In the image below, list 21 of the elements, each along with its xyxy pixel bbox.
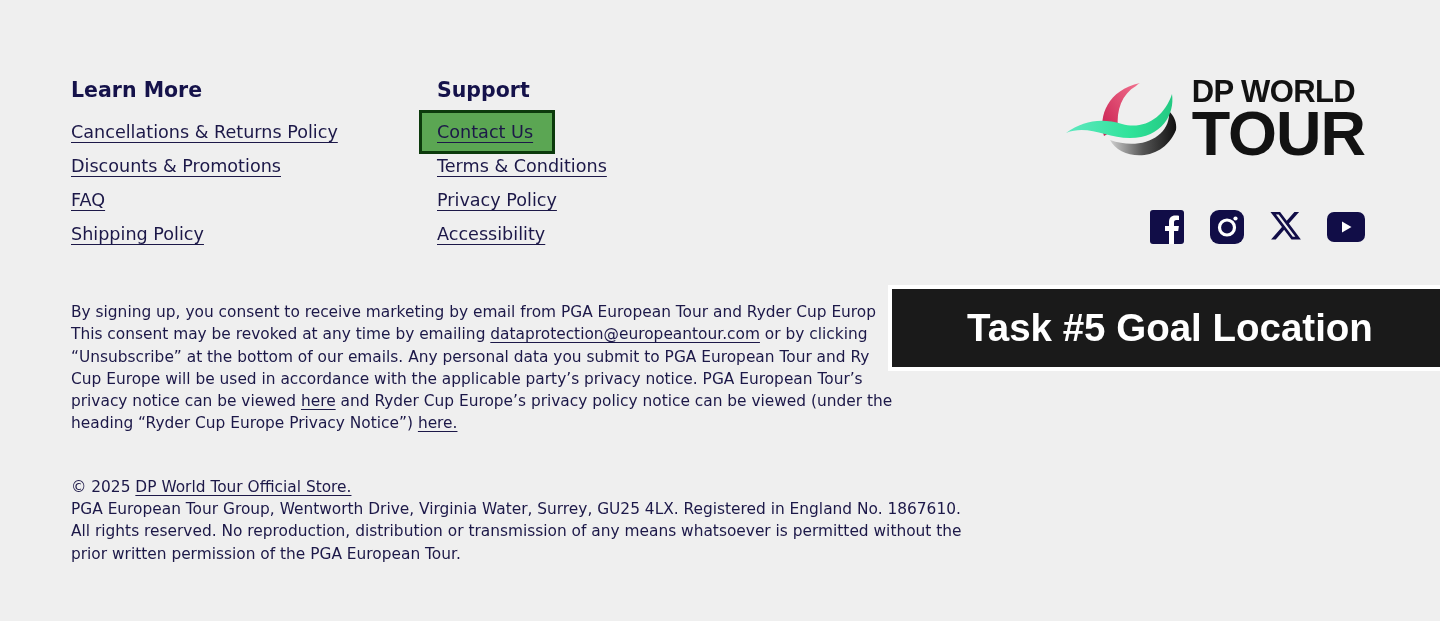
footer-link[interactable]: Terms & Conditions (437, 154, 607, 178)
footer-link[interactable]: Contact Us (419, 110, 556, 154)
column-heading: Support (437, 77, 531, 104)
footer-link[interactable]: Accessibility (437, 222, 546, 246)
facebook-icon[interactable] (1150, 210, 1184, 244)
inline-link[interactable]: here (300, 392, 336, 411)
footer-link[interactable]: Shipping Policy (71, 222, 204, 246)
footer-link[interactable]: FAQ (71, 188, 106, 212)
task-banner: Task #5 Goal Location (888, 285, 1440, 371)
play-button-icon[interactable] (1327, 212, 1365, 242)
column-heading: Learn More (71, 77, 204, 104)
logo-text: TOUR (1191, 105, 1365, 161)
footer-link[interactable]: Cancellations & Returns Policy (71, 120, 338, 144)
instagram-icon[interactable] (1210, 210, 1244, 244)
footer-link[interactable]: Discounts & Promotions (71, 154, 281, 178)
inline-link[interactable]: DP World Tour Official Store. (135, 477, 352, 496)
inline-link[interactable]: dataprotection@europeantour.com (490, 325, 760, 344)
footer-link[interactable]: Privacy Policy (437, 188, 557, 212)
legal-text: © 2025 DP World Tour Official Store. PGA European Tour Group, Wentworth Drive, Virginia Water, Surrey, GU25 4LX. Registered in England No. 1867610. All rights reserved. No reproduction, distribution or transmission of any means whatsoever is permitted without the prior written permission of the PGA European Tour. (71, 476, 962, 565)
logo-text: DP WORLD (1191, 79, 1356, 105)
inline-link[interactable]: here. (417, 414, 458, 433)
